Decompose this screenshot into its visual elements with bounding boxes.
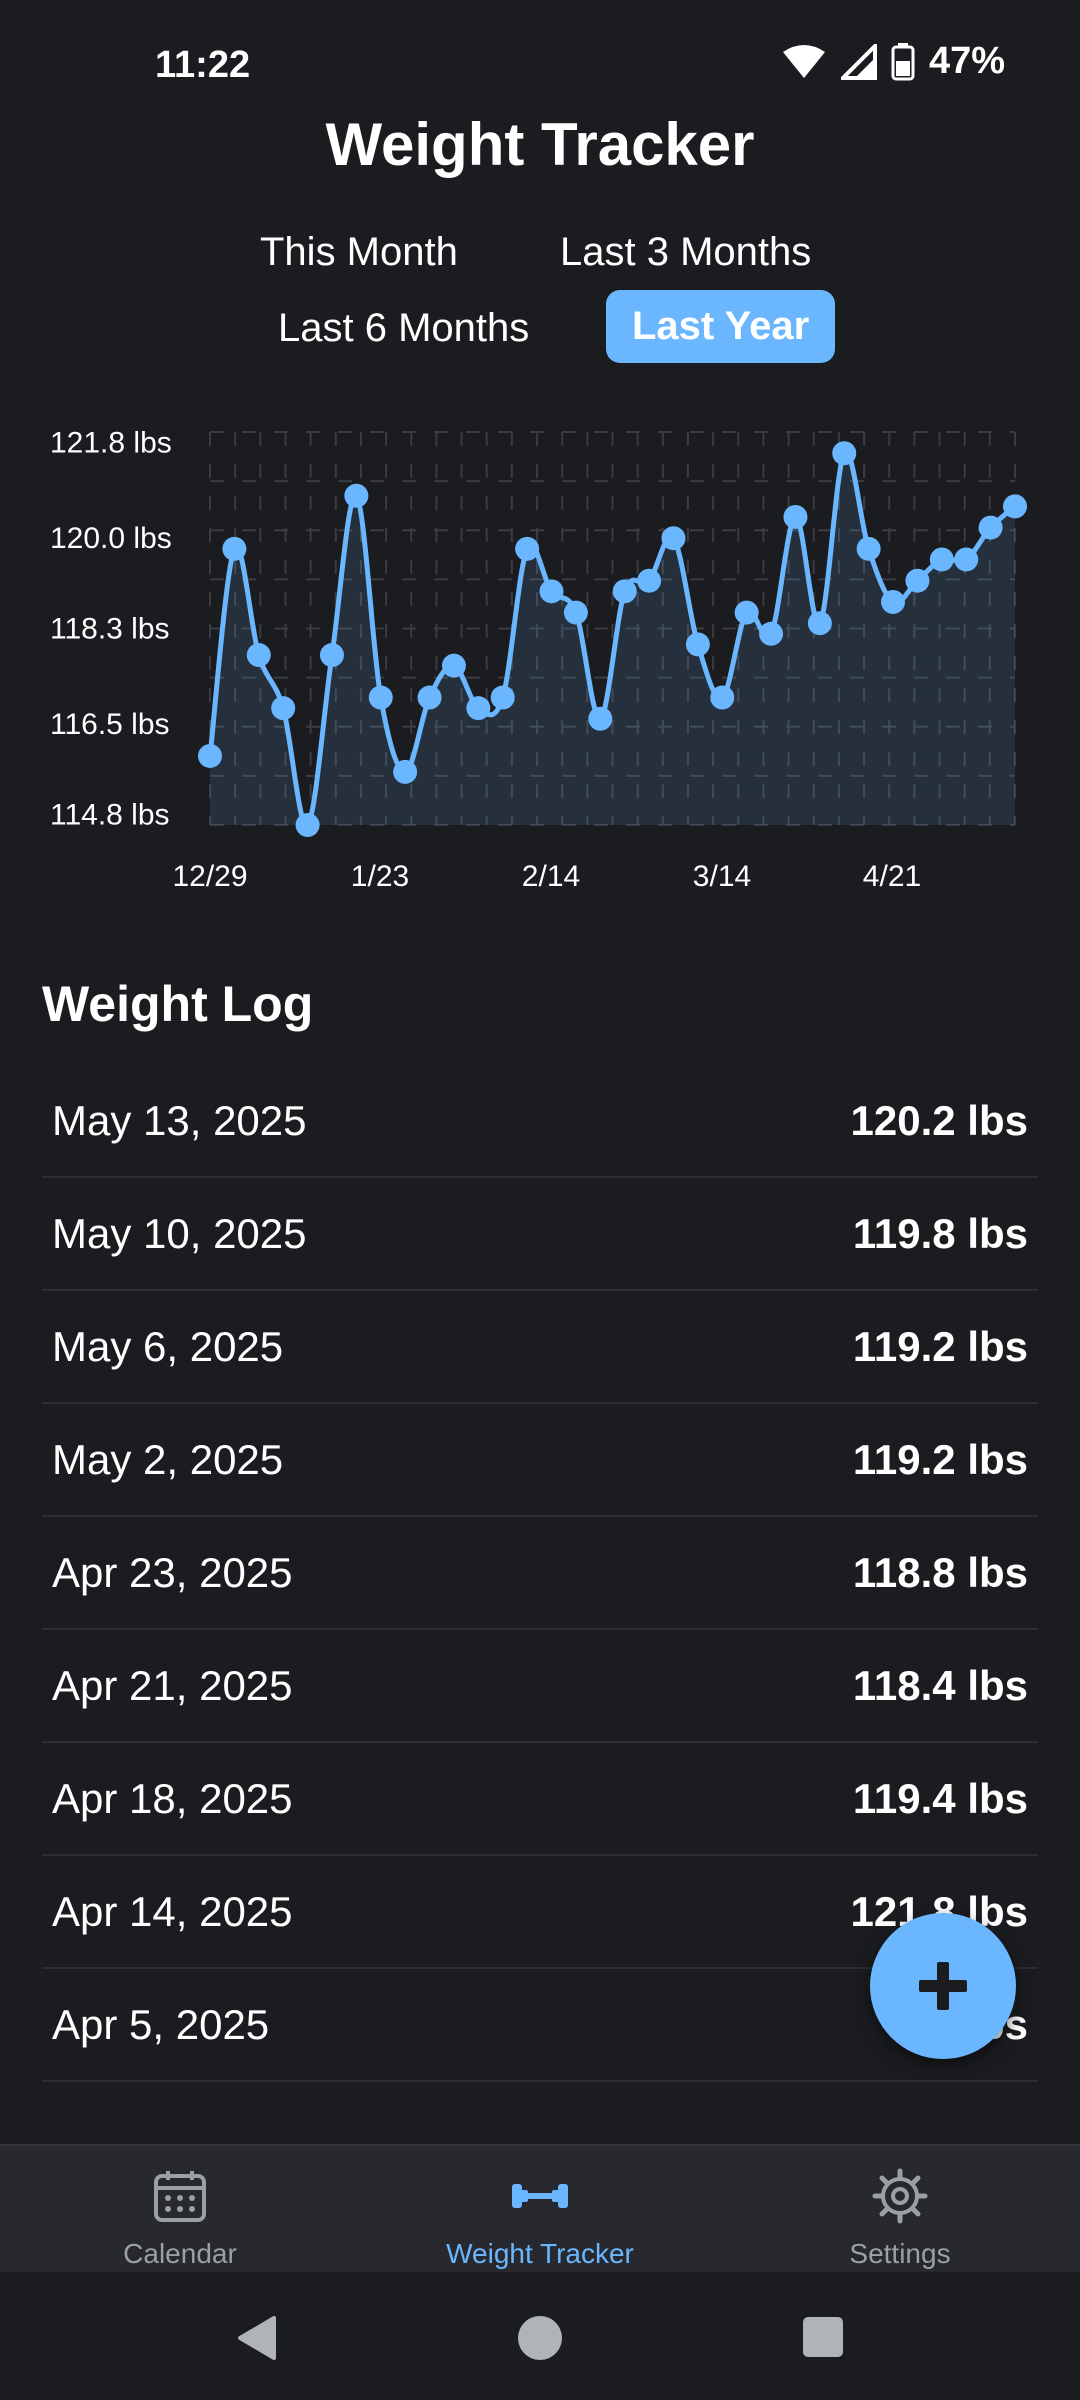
log-weight: 119.4 lbs [852, 1774, 1028, 1822]
data-point[interactable] [441, 653, 466, 678]
plus-icon [919, 1962, 967, 2010]
data-point[interactable] [856, 536, 881, 561]
data-point[interactable] [344, 483, 369, 508]
nav-weight-tracker[interactable]: Weight Tracker [360, 2146, 720, 2274]
range-last-6-months[interactable]: Last 6 Months [252, 296, 555, 361]
data-point[interactable] [539, 579, 564, 604]
log-date: May 10, 2025 [52, 1209, 307, 1257]
data-point[interactable] [368, 685, 393, 710]
x-tick-label: 3/14 [693, 860, 751, 893]
log-date: Apr 14, 2025 [52, 1887, 293, 1935]
data-point[interactable] [661, 526, 686, 551]
data-point[interactable] [881, 589, 906, 614]
log-date: Apr 18, 2025 [52, 1774, 293, 1822]
recents-icon[interactable] [802, 2316, 844, 2358]
add-weight-button[interactable] [870, 1913, 1016, 2059]
log-row[interactable]: May 10, 2025 119.8 lbs [42, 1178, 1038, 1291]
log-date: Apr 5, 2025 [52, 2000, 270, 2048]
data-point[interactable] [393, 759, 418, 784]
battery-icon [891, 42, 915, 80]
log-date: Apr 23, 2025 [52, 1548, 293, 1596]
data-point[interactable] [515, 536, 540, 561]
data-point[interactable] [1003, 494, 1027, 519]
data-point[interactable] [295, 813, 320, 837]
status-bar: 11:22 47% [0, 0, 1080, 120]
data-point[interactable] [588, 706, 613, 731]
x-tick-label: 2/14 [522, 860, 580, 893]
x-tick-label: 12/29 [172, 860, 247, 893]
status-icons: 47% [781, 40, 1005, 83]
data-point[interactable] [807, 611, 832, 636]
data-point[interactable] [978, 515, 1003, 540]
data-point[interactable] [832, 441, 857, 466]
log-weight: 120.2 lbs [850, 1096, 1028, 1144]
range-this-month[interactable]: This Month [234, 220, 484, 285]
data-point[interactable] [246, 643, 271, 668]
system-navigation-bar [0, 2272, 1080, 2400]
log-row[interactable]: Apr 18, 2025 119.4 lbs [42, 1743, 1038, 1856]
log-date: Apr 21, 2025 [52, 1661, 293, 1709]
data-point[interactable] [929, 547, 954, 572]
data-point[interactable] [271, 696, 296, 721]
back-icon[interactable] [234, 2314, 278, 2362]
y-tick-label: 114.8 lbs [50, 798, 170, 831]
log-weight: 118.8 lbs [852, 1548, 1028, 1596]
data-point[interactable] [954, 547, 979, 572]
log-row[interactable]: May 2, 2025 119.2 lbs [42, 1404, 1038, 1517]
bottom-navigation: Calendar Weight Tracker Settings [0, 2144, 1080, 2274]
log-row[interactable]: Apr 23, 2025 118.8 lbs [42, 1517, 1038, 1630]
data-point[interactable] [685, 632, 710, 657]
log-weight: 119.8 lbs [852, 1209, 1028, 1257]
x-tick-label: 4/21 [863, 860, 921, 893]
log-weight: 118.4 lbs [852, 1661, 1028, 1709]
log-date: May 13, 2025 [52, 1096, 307, 1144]
nav-settings[interactable]: Settings [720, 2146, 1080, 2274]
data-point[interactable] [710, 685, 735, 710]
gear-icon [872, 2168, 928, 2224]
home-icon[interactable] [516, 2314, 564, 2362]
data-point[interactable] [759, 621, 784, 646]
data-point[interactable] [222, 536, 247, 561]
data-point[interactable] [466, 696, 491, 721]
data-point[interactable] [734, 600, 759, 625]
range-last-3-months[interactable]: Last 3 Months [534, 220, 837, 285]
log-date: May 6, 2025 [52, 1322, 284, 1370]
weight-log-list: May 13, 2025 120.2 lbs May 10, 2025 119.8 l… [42, 1065, 1038, 2082]
data-point[interactable] [905, 568, 930, 593]
nav-calendar[interactable]: Calendar [0, 2146, 360, 2274]
wifi-icon [782, 44, 825, 78]
page-title: Weight Tracker [325, 111, 755, 178]
battery-percent: 47% [928, 40, 1005, 82]
data-point[interactable] [637, 568, 662, 593]
data-point[interactable] [319, 643, 344, 668]
data-point[interactable] [783, 504, 808, 529]
cellular-signal-icon [840, 43, 877, 80]
nav-weight-tracker-label: Weight Tracker [446, 2238, 634, 2269]
nav-calendar-label: Calendar [123, 2238, 237, 2269]
x-tick-label: 1/23 [351, 860, 409, 893]
data-point[interactable] [417, 685, 442, 710]
data-point[interactable] [563, 600, 588, 625]
calendar-icon [154, 2171, 206, 2222]
log-row[interactable]: Apr 21, 2025 118.4 lbs [42, 1630, 1038, 1743]
dumbbell-icon [512, 2184, 568, 2208]
data-point[interactable] [612, 579, 637, 604]
log-weight: 119.2 lbs [852, 1322, 1028, 1370]
nav-settings-label: Settings [849, 2238, 951, 2269]
data-point[interactable] [490, 685, 515, 710]
log-row[interactable]: May 6, 2025 119.2 lbs [42, 1291, 1038, 1404]
y-tick-label: 118.3 lbs [50, 613, 170, 646]
y-tick-label: 116.5 lbs [50, 708, 170, 741]
y-tick-label: 120.0 lbs [50, 522, 172, 555]
range-last-year[interactable]: Last Year [606, 290, 836, 363]
weight-log-title: Weight Log [42, 976, 314, 1032]
log-date: May 2, 2025 [52, 1435, 284, 1483]
log-weight: 119.2 lbs [852, 1435, 1028, 1483]
status-time: 11:22 [155, 44, 251, 86]
log-row[interactable]: May 13, 2025 120.2 lbs [42, 1065, 1038, 1178]
y-tick-label: 121.8 lbs [50, 427, 172, 460]
weight-chart: 121.8 lbs 120.0 lbs 118.3 lbs 116.5 lbs 114.… [50, 427, 1027, 893]
data-point[interactable] [198, 743, 222, 768]
